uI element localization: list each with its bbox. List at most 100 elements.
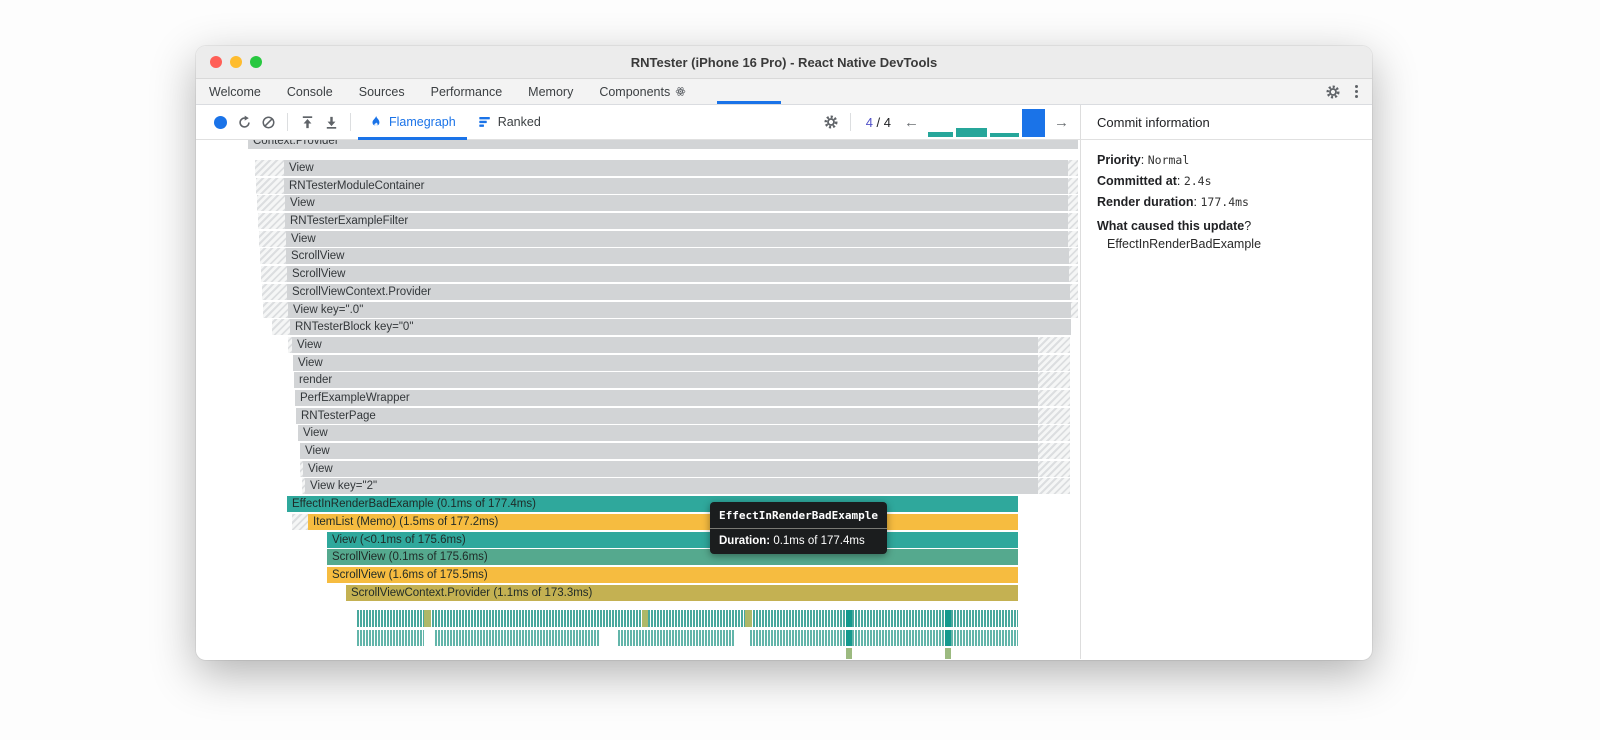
title-bar: RNTester (iPhone 16 Pro) - React Native …	[196, 46, 1372, 79]
window-title: RNTester (iPhone 16 Pro) - React Native …	[630, 54, 938, 70]
flame-tooltip: EffectInRenderBadExample Duration: 0.1ms…	[710, 502, 887, 554]
record-button[interactable]	[208, 110, 232, 134]
previous-commit-button[interactable]: ←	[899, 114, 924, 131]
profiler-settings-button[interactable]	[819, 110, 843, 134]
flame-row: View	[196, 461, 1080, 477]
flame-bar[interactable]: RNTesterModuleContainer	[284, 178, 1068, 194]
flame-bar[interactable]: PerfExampleWrapper	[295, 390, 1038, 406]
leaf-flame-bar[interactable]	[945, 648, 951, 659]
committed-at-row: Committed at: 2.4s	[1097, 174, 1212, 188]
main-tab-bar: Welcome Console Sources Performance Memo…	[196, 79, 1372, 105]
flame-bar[interactable]: ScrollViewContext.Provider (1.1ms of 173…	[346, 585, 1018, 601]
flame-bar[interactable]: View	[293, 355, 1038, 371]
flame-bar[interactable]: RNTesterPage	[296, 408, 1038, 424]
desktop: RNTester (iPhone 16 Pro) - React Native …	[0, 0, 1600, 740]
flame-bar[interactable]: RNTesterExampleFilter	[285, 213, 1068, 229]
flame-row: ScrollView	[196, 266, 1080, 282]
dense-gap	[735, 630, 750, 646]
commit-bar[interactable]	[1022, 109, 1045, 137]
flame-bar[interactable]: View	[285, 195, 1068, 211]
hatch-region	[1069, 266, 1078, 282]
react-atom-icon	[675, 86, 686, 97]
next-commit-button[interactable]: →	[1049, 114, 1074, 131]
flame-bar[interactable]: View (<0.1ms of 175.6ms)	[327, 532, 1018, 548]
flame-bar[interactable]: View	[298, 425, 1038, 441]
hatch-region	[1038, 372, 1070, 388]
flame-bar[interactable]: EffectInRenderBadExample (0.1ms of 177.4…	[287, 496, 1018, 512]
ranked-view-tab[interactable]: Ranked	[467, 105, 552, 140]
dense-gap	[745, 610, 752, 627]
hatch-region	[258, 213, 285, 229]
tab-console[interactable]: Console	[274, 79, 346, 104]
clear-profiling-button[interactable]	[256, 110, 280, 134]
flame-row: RNTesterModuleContainer	[196, 178, 1080, 194]
flamegraph-view-tab[interactable]: Flamegraph	[358, 105, 467, 140]
hatch-region	[1038, 478, 1070, 494]
flame-bar[interactable]: render	[294, 372, 1038, 388]
flame-bar[interactable]: ScrollView	[286, 248, 1069, 264]
commit-bar[interactable]	[990, 133, 1019, 137]
flame-bar[interactable]: ItemList (Memo) (1.5ms of 177.2ms)	[308, 514, 1018, 530]
flame-row: View	[196, 337, 1080, 353]
flame-row: View	[196, 425, 1080, 441]
flame-bar[interactable]: View key=".0"	[288, 302, 1071, 318]
flame-bar[interactable]: ScrollView (0.1ms of 175.6ms)	[327, 549, 1018, 565]
upload-icon	[302, 115, 312, 128]
download-icon	[326, 116, 336, 129]
dense-gap	[424, 610, 431, 627]
flame-icon	[372, 115, 380, 127]
flame-bar[interactable]: ScrollView	[287, 266, 1069, 282]
tooltip-divider	[710, 528, 887, 529]
dense-highlight-bar[interactable]	[945, 610, 951, 627]
dense-highlight-bar[interactable]	[846, 630, 852, 646]
dense-flame-strip[interactable]	[357, 610, 1018, 627]
reload-and-profile-button[interactable]	[232, 110, 256, 134]
dense-flame-strip[interactable]	[357, 630, 1018, 646]
hatch-region	[292, 514, 308, 530]
commit-info-panel: Priority: Normal Committed at: 2.4s Rend…	[1080, 140, 1372, 659]
dense-highlight-bar[interactable]	[846, 610, 852, 627]
flame-bar[interactable]: Context.Provider	[248, 140, 1078, 149]
tab-sources[interactable]: Sources	[346, 79, 418, 104]
flame-bar[interactable]: View	[303, 461, 1038, 477]
more-options-icon[interactable]	[1355, 84, 1358, 100]
flame-bar[interactable]: ScrollViewContext.Provider	[287, 284, 1070, 300]
save-profile-button[interactable]	[319, 110, 343, 134]
flame-row: Context.Provider	[196, 140, 1080, 149]
tab-memory[interactable]: Memory	[515, 79, 586, 104]
profiler-toolbar: Flamegraph Ranked 4 / 4 ← →	[196, 105, 1080, 140]
divider	[849, 113, 851, 131]
flame-row: View (<0.1ms of 175.6ms)	[196, 532, 1080, 548]
hatch-region	[1038, 355, 1070, 371]
flame-row: View key="2"	[196, 478, 1080, 494]
tab-components[interactable]: Components	[586, 79, 699, 104]
settings-gear-icon[interactable]	[1325, 84, 1341, 100]
flame-bar[interactable]: View	[292, 337, 1038, 353]
tab-profiler-selected[interactable]	[717, 79, 782, 104]
commit-bar[interactable]	[956, 128, 987, 137]
update-cause-label: What caused this update?	[1097, 219, 1252, 233]
dense-gap	[642, 610, 648, 627]
flame-bar[interactable]: ScrollView (1.6ms of 175.5ms)	[327, 567, 1018, 583]
dense-gap	[424, 630, 434, 646]
dense-highlight-bar[interactable]	[945, 630, 951, 646]
update-cause-component[interactable]: EffectInRenderBadExample	[1107, 237, 1356, 251]
flame-bar[interactable]: RNTesterBlock key="0"	[290, 319, 1071, 335]
flame-bar[interactable]: View key="2"	[305, 478, 1038, 494]
commit-bar[interactable]	[928, 132, 953, 137]
flame-row: ScrollView	[196, 248, 1080, 264]
tab-performance[interactable]: Performance	[418, 79, 516, 104]
hatch-region	[1068, 213, 1078, 229]
tab-welcome[interactable]: Welcome	[196, 79, 274, 104]
flame-bar[interactable]: View	[286, 231, 1068, 247]
flame-bar[interactable]: View	[284, 160, 1068, 176]
commit-count: 4 / 4	[865, 114, 891, 130]
leaf-flame-bar[interactable]	[846, 648, 852, 659]
hatch-region	[260, 248, 286, 264]
flame-bar[interactable]: View	[300, 443, 1038, 459]
hatch-region	[1071, 302, 1078, 318]
load-profile-button[interactable]	[295, 110, 319, 134]
flame-row: ScrollView (1.6ms of 175.5ms)	[196, 567, 1080, 583]
profiler-toolbar-strip: Flamegraph Ranked 4 / 4 ← → Commit infor…	[196, 105, 1372, 140]
flame-row: ScrollView (0.1ms of 175.6ms)	[196, 549, 1080, 565]
